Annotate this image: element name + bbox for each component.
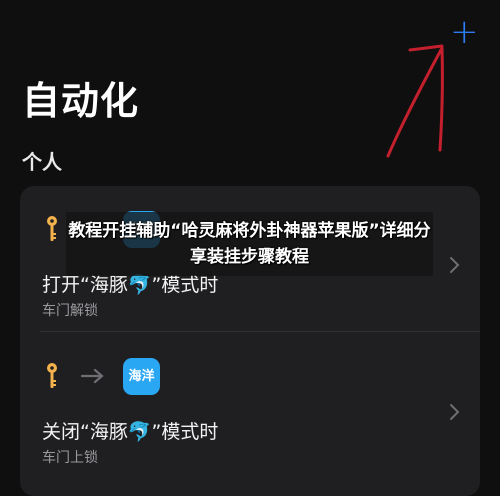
arrow-right-icon <box>80 368 104 384</box>
automation-subtitle: 车门上锁 <box>42 450 98 466</box>
key-icon <box>47 216 57 241</box>
caption-text: 教程开挂辅助“哈灵麻将外卦神器苹果版”详细分享装挂步骤教程 <box>68 221 431 267</box>
automation-row-close[interactable]: 海洋 关闭“海豚🐬”模式时 车门上锁 <box>20 333 480 478</box>
section-title: 个人 <box>22 150 62 174</box>
automation-title: 关闭“海豚🐬”模式时 <box>42 421 219 443</box>
automation-subtitle: 车门解锁 <box>42 303 98 319</box>
annotation-arrow <box>386 44 444 158</box>
chevron-right-icon <box>450 257 460 273</box>
page-title: 自动化 <box>22 79 140 123</box>
divider <box>40 331 480 332</box>
chevron-right-icon <box>450 404 460 420</box>
add-automation-button[interactable]: + <box>450 15 479 49</box>
caption-overlay: 教程开挂辅助“哈灵麻将外卦神器苹果版”详细分享装挂步骤教程 <box>66 212 433 276</box>
app-icon: 海洋 <box>123 358 160 395</box>
key-icon <box>47 363 57 388</box>
